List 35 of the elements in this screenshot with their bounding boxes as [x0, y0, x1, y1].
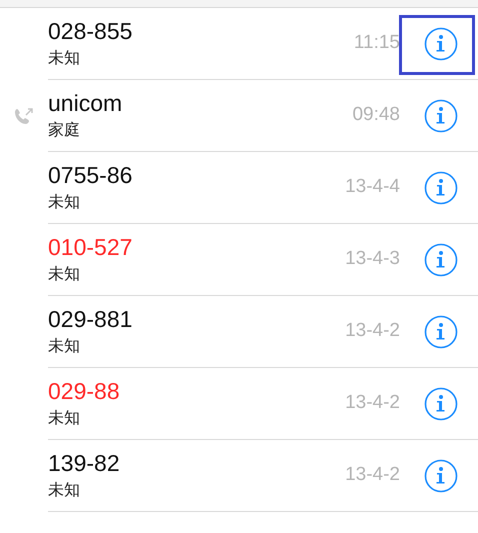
number-label: 未知 — [48, 48, 81, 69]
info-icon[interactable] — [424, 26, 458, 60]
phone-number: 028-855 — [48, 17, 134, 45]
info-icon[interactable] — [424, 170, 458, 204]
number-label: 未知 — [48, 408, 81, 429]
info-icon[interactable] — [424, 98, 458, 132]
info-icon[interactable] — [424, 386, 458, 420]
call-row[interactable]: 010-527 未知 13-4-3 — [0, 224, 478, 296]
phone-number: 029-881 — [48, 305, 134, 333]
phone-number: 029-88 — [48, 377, 121, 405]
call-time: 13-4-4 — [345, 175, 400, 200]
phone-number: 010-527 — [48, 233, 134, 261]
number-label: 家庭 — [48, 120, 81, 141]
call-time: 13-4-2 — [345, 463, 400, 488]
call-time: 09:48 — [352, 103, 400, 128]
number-label: 未知 — [48, 480, 81, 501]
number-label: 未知 — [48, 192, 81, 213]
phone-number: 139-82 — [48, 449, 121, 477]
number-label: 未知 — [48, 336, 81, 357]
info-icon[interactable] — [424, 458, 458, 492]
phone-number: unicom — [48, 89, 124, 117]
call-row[interactable]: 0755-86 未知 13-4-4 — [0, 152, 478, 224]
phone-number: 0755-86 — [48, 161, 134, 189]
call-time: 13-4-2 — [345, 319, 400, 344]
number-label: 未知 — [48, 264, 81, 285]
call-row[interactable]: 139-82 未知 13-4-2 — [0, 440, 478, 512]
call-row[interactable]: 028-855 未知 11:15 — [0, 8, 478, 80]
info-icon[interactable] — [424, 242, 458, 276]
info-icon[interactable] — [424, 314, 458, 348]
call-row[interactable]: unicom 家庭 09:48 — [0, 80, 478, 152]
call-row[interactable]: 029-88 未知 13-4-2 — [0, 368, 478, 440]
call-row[interactable]: 029-881 未知 13-4-2 — [0, 296, 478, 368]
call-time: 13-4-3 — [345, 247, 400, 272]
call-time: 11:15 — [354, 31, 400, 56]
call-time: 13-4-2 — [345, 391, 400, 416]
